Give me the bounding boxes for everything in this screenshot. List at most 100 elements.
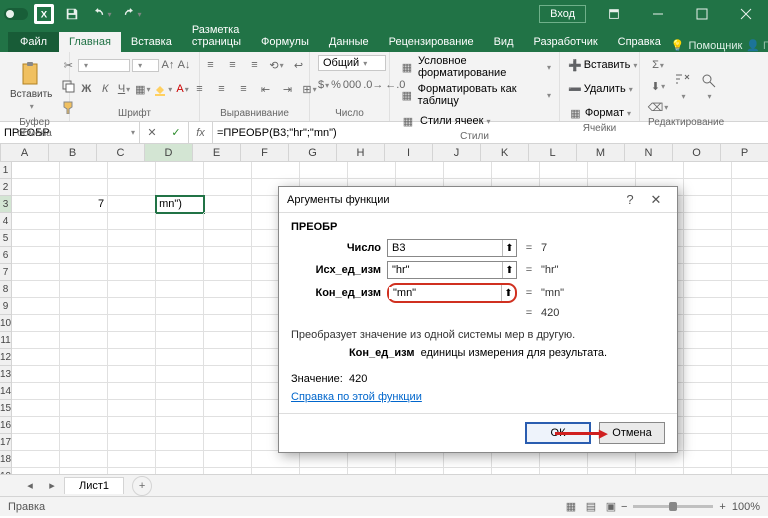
cell[interactable] [156, 230, 204, 247]
view-break-icon[interactable]: ▣ [601, 497, 621, 517]
cell[interactable] [156, 315, 204, 332]
find-select-button[interactable]: ▾ [698, 70, 720, 103]
cell[interactable] [204, 264, 252, 281]
cell[interactable] [300, 162, 348, 179]
align-center-icon[interactable]: ≡ [212, 79, 232, 99]
cell[interactable] [12, 366, 60, 383]
tab-review[interactable]: Рецензирование [379, 32, 484, 52]
row-header[interactable]: 17 [0, 434, 11, 451]
cell[interactable] [540, 468, 588, 474]
cancel-formula-icon[interactable]: ✕ [140, 126, 164, 139]
cell[interactable] [204, 315, 252, 332]
zoom-out-icon[interactable]: − [621, 501, 627, 513]
cell[interactable] [684, 315, 732, 332]
cell[interactable] [108, 264, 156, 281]
cell[interactable] [684, 434, 732, 451]
cell[interactable] [12, 417, 60, 434]
cell[interactable] [108, 162, 156, 179]
cell[interactable] [12, 264, 60, 281]
cell[interactable] [60, 230, 108, 247]
col-header[interactable]: O [673, 144, 721, 161]
cell[interactable] [108, 196, 156, 213]
col-header[interactable]: K [481, 144, 529, 161]
autosum-icon[interactable]: Σ▾ [648, 55, 668, 75]
cell[interactable] [540, 451, 588, 468]
cell[interactable] [684, 247, 732, 264]
cell[interactable] [12, 451, 60, 468]
cell[interactable] [204, 162, 252, 179]
arg-input[interactable]: ⬆ [387, 239, 517, 257]
insert-function-icon[interactable]: fx [189, 122, 213, 143]
cell[interactable] [300, 451, 348, 468]
cell[interactable] [156, 247, 204, 264]
row-header[interactable]: 5 [0, 230, 11, 247]
cell[interactable] [204, 179, 252, 196]
cell[interactable] [204, 417, 252, 434]
cell[interactable] [204, 349, 252, 366]
row-header[interactable]: 9 [0, 298, 11, 315]
row-header[interactable]: 1 [0, 162, 11, 179]
col-header[interactable]: P [721, 144, 768, 161]
col-header[interactable]: E [193, 144, 241, 161]
cell[interactable] [684, 468, 732, 474]
range-picker-icon[interactable]: ⬆ [501, 285, 515, 301]
cell[interactable] [732, 281, 768, 298]
row-header[interactable]: 15 [0, 400, 11, 417]
cell[interactable] [684, 196, 732, 213]
fill-icon[interactable]: ⬇▾ [648, 76, 668, 96]
italic-icon[interactable]: К [97, 79, 114, 99]
cell[interactable] [684, 179, 732, 196]
cell[interactable] [60, 468, 108, 474]
cell[interactable] [732, 298, 768, 315]
close-icon[interactable] [724, 0, 768, 28]
cell[interactable] [60, 162, 108, 179]
cell[interactable] [60, 247, 108, 264]
grow-font-icon[interactable]: A↑ [161, 55, 175, 75]
cell[interactable] [156, 332, 204, 349]
tell-me[interactable]: Помощник [689, 40, 743, 52]
cell[interactable] [732, 332, 768, 349]
cell[interactable] [60, 400, 108, 417]
cell[interactable] [108, 400, 156, 417]
cell[interactable] [732, 417, 768, 434]
cell[interactable] [204, 196, 252, 213]
row-header[interactable]: 2 [0, 179, 11, 196]
cell[interactable] [396, 468, 444, 474]
row-header[interactable]: 19 [0, 468, 11, 474]
cell[interactable] [444, 451, 492, 468]
cell[interactable] [60, 417, 108, 434]
save-icon[interactable] [60, 2, 84, 26]
cell[interactable] [12, 468, 60, 474]
row-header[interactable]: 14 [0, 383, 11, 400]
cell[interactable] [108, 434, 156, 451]
cell[interactable] [684, 230, 732, 247]
col-header[interactable]: H [337, 144, 385, 161]
cell[interactable] [156, 383, 204, 400]
cell[interactable] [732, 264, 768, 281]
cell[interactable] [204, 298, 252, 315]
comma-icon[interactable]: 000 [343, 75, 361, 95]
cell[interactable] [108, 468, 156, 474]
inc-decimal-icon[interactable]: .0→ [363, 75, 383, 95]
cell[interactable]: mn") [156, 196, 204, 213]
tab-insert[interactable]: Вставка [121, 32, 182, 52]
underline-icon[interactable]: Ч▾ [116, 79, 133, 99]
tab-help[interactable]: Справка [608, 32, 671, 52]
cell[interactable] [12, 179, 60, 196]
col-header[interactable]: C [97, 144, 145, 161]
cell[interactable] [60, 264, 108, 281]
arg-input[interactable]: ⬆ [387, 261, 517, 279]
cell[interactable] [108, 281, 156, 298]
clear-icon[interactable]: ⌫▾ [648, 97, 668, 117]
row-header[interactable]: 6 [0, 247, 11, 264]
align-bot-icon[interactable]: ≡ [245, 55, 265, 75]
cell[interactable] [156, 264, 204, 281]
dialog-help-icon[interactable]: ? [617, 192, 643, 207]
cell[interactable] [60, 349, 108, 366]
cell[interactable] [204, 213, 252, 230]
cell[interactable] [60, 315, 108, 332]
cell[interactable] [204, 383, 252, 400]
cell[interactable] [12, 162, 60, 179]
cell[interactable] [204, 230, 252, 247]
cell[interactable] [108, 179, 156, 196]
